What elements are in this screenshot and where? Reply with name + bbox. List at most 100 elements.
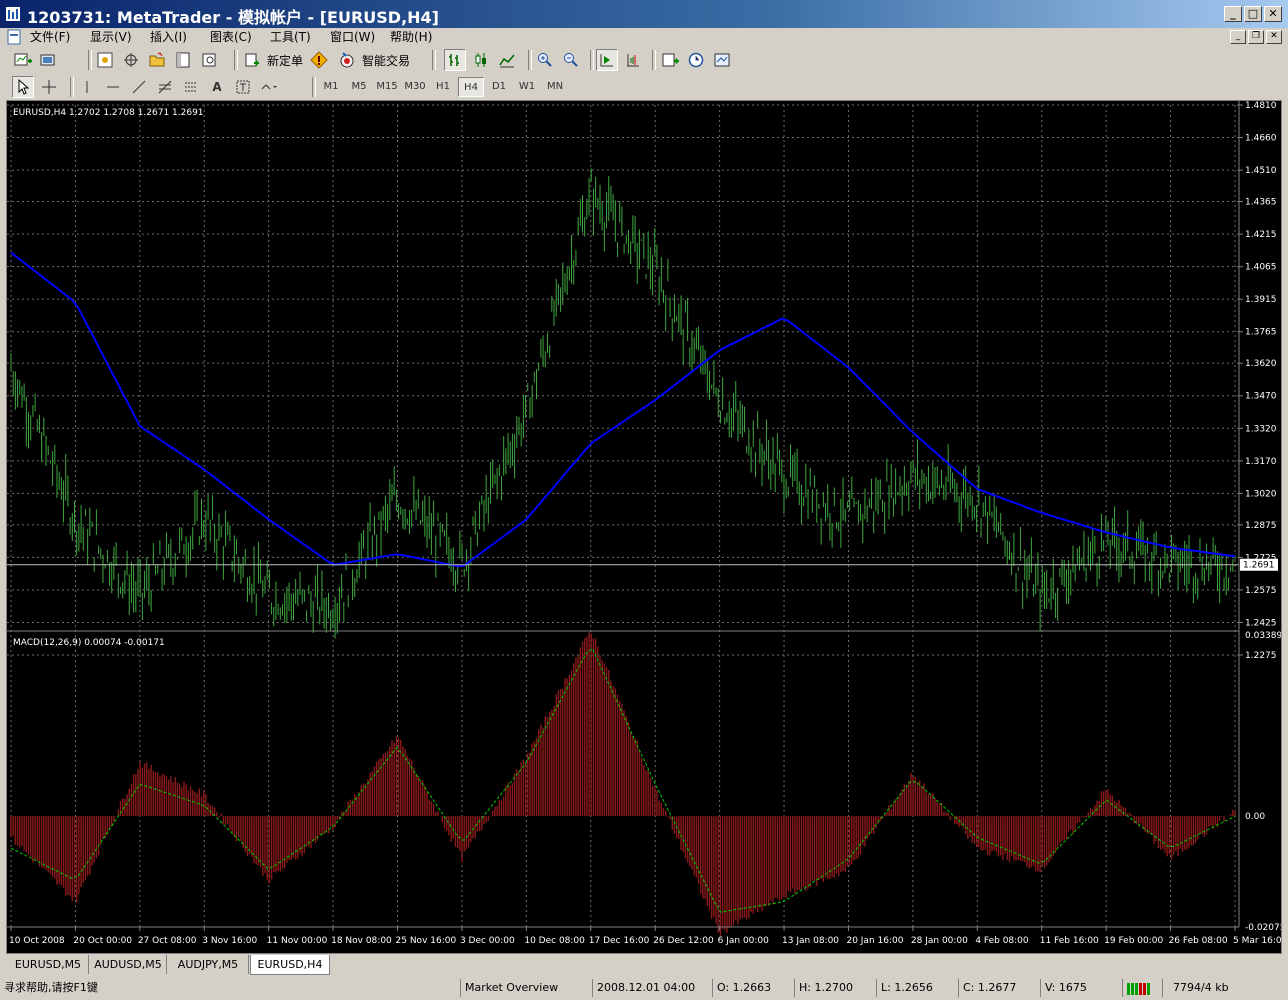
line-chart-icon[interactable] [496, 49, 518, 71]
time-axis-label: 17 Dec 16:00 [589, 936, 650, 946]
menu-window[interactable]: 窗口(W) [330, 28, 375, 46]
menu-charts[interactable]: 图表(C) [210, 28, 252, 46]
price-axis-label: 1.2425 [1245, 618, 1277, 628]
chart-shift-icon[interactable] [622, 49, 644, 71]
status-close: C: 1.2677 [958, 979, 1040, 997]
crosshair-icon[interactable] [38, 76, 60, 98]
new-order-button[interactable]: 新定单 [267, 52, 303, 69]
market-watch-icon[interactable] [94, 49, 116, 71]
time-axis-label: 10 Dec 08:00 [524, 936, 585, 946]
status-profile[interactable]: Market Overview [460, 979, 592, 997]
channel-icon[interactable] [180, 76, 202, 98]
time-axis-label: 20 Oct 00:00 [73, 936, 132, 946]
tester-icon[interactable] [198, 49, 220, 71]
periods-icon[interactable] [686, 49, 708, 71]
status-volume: V: 1675 [1040, 979, 1122, 997]
zoom-out-icon[interactable] [560, 49, 582, 71]
vertical-line-icon[interactable] [76, 76, 98, 98]
timeframe-h1[interactable]: H1 [430, 77, 456, 97]
macd-axis-label: -0.02075 [1245, 923, 1281, 933]
status-bar: 寻求帮助,请按F1键 Market Overview 2008.12.01 04… [0, 977, 1288, 1000]
zoom-in-icon[interactable] [534, 49, 556, 71]
templates-icon[interactable] [712, 49, 734, 71]
menu-file[interactable]: 文件(F) [30, 28, 70, 46]
expert-advisors-button[interactable]: 智能交易 [362, 52, 410, 69]
price-axis-label: 1.2275 [1245, 651, 1277, 661]
chart-tabs: EURUSD,M5 AUDUSD,M5 AUDJPY,M5 EURUSD,H4 [6, 954, 1282, 976]
alert-icon[interactable] [308, 49, 330, 71]
status-traffic: 7794/4 kb [1162, 979, 1282, 997]
mdi-close-button[interactable]: ✕ [1266, 30, 1282, 44]
minimize-button[interactable]: _ [1224, 6, 1242, 22]
price-axis-label: 1.3320 [1245, 424, 1277, 434]
menu-insert[interactable]: 插入(I) [150, 28, 187, 46]
price-axis-label: 1.3620 [1245, 359, 1277, 369]
timeframe-m5[interactable]: M5 [346, 77, 372, 97]
timeframe-d1[interactable]: D1 [486, 77, 512, 97]
menu-help[interactable]: 帮助(H) [390, 28, 432, 46]
standard-toolbar: 新定单 智能交易 [0, 46, 1288, 74]
mdi-minimize-button[interactable]: _ [1230, 30, 1246, 44]
current-price-label: 1.2691 [1243, 561, 1275, 571]
timeframe-w1[interactable]: W1 [514, 77, 540, 97]
close-button[interactable]: ✕ [1264, 6, 1282, 22]
time-axis-label: 11 Feb 16:00 [1040, 936, 1099, 946]
maximize-button[interactable]: □ [1244, 6, 1262, 22]
tab-audusd-m5[interactable]: AUDUSD,M5 [90, 955, 167, 974]
menu-tools[interactable]: 工具(T) [270, 28, 311, 46]
connection-status[interactable] [1122, 979, 1162, 997]
time-axis-label: 18 Nov 08:00 [331, 936, 392, 946]
price-axis-label: 1.4660 [1245, 134, 1277, 144]
text-label-icon[interactable] [232, 76, 254, 98]
price-axis-label: 1.4065 [1245, 263, 1277, 273]
time-axis-label: 6 Jan 00:00 [718, 936, 770, 946]
auto-scroll-icon[interactable] [596, 49, 618, 71]
price-axis-label: 1.2575 [1245, 586, 1277, 596]
text-icon[interactable]: A [206, 76, 228, 98]
title-bar[interactable]: 1203731: MetaTrader - 模拟帐户 - [EURUSD,H4]… [0, 0, 1288, 28]
timeframe-m30[interactable]: M30 [402, 77, 428, 97]
price-axis-label: 1.2875 [1245, 521, 1277, 531]
time-axis-label: 10 Oct 2008 [9, 936, 65, 946]
timeframe-h4[interactable]: H4 [458, 77, 484, 97]
tab-eurusd-h4[interactable]: EURUSD,H4 [250, 955, 330, 975]
profiles-icon[interactable] [38, 49, 60, 71]
fibonacci-icon[interactable] [154, 76, 176, 98]
status-datetime: 2008.12.01 04:00 [592, 979, 712, 997]
connection-bars-icon [1127, 983, 1150, 995]
chart-window[interactable]: 1.4810 1.4660 1.4510 1.4365 1.4215 1.4065 1.39… [6, 100, 1288, 954]
candlestick-icon[interactable] [470, 49, 492, 71]
window-title: 1203731: MetaTrader - 模拟帐户 - [EURUSD,H4] [27, 8, 439, 27]
price-bars [10, 168, 1236, 639]
price-chart[interactable]: 1.4810 1.4660 1.4510 1.4365 1.4215 1.4065 1.39… [7, 101, 1288, 953]
menu-view[interactable]: 显示(V) [90, 28, 132, 46]
new-order-icon[interactable] [241, 49, 263, 71]
mdi-restore-button[interactable]: ❐ [1248, 30, 1264, 44]
timeframe-m1[interactable]: M1 [318, 77, 344, 97]
indicators-icon[interactable] [660, 49, 682, 71]
time-axis-label: 28 Jan 00:00 [911, 936, 968, 946]
data-window-icon[interactable] [120, 49, 142, 71]
arrows-icon[interactable] [258, 76, 280, 98]
horizontal-line-icon[interactable] [102, 76, 124, 98]
bar-chart-icon[interactable] [444, 49, 466, 71]
cursor-icon[interactable] [12, 76, 34, 98]
new-chart-icon[interactable] [12, 49, 34, 71]
trendline-icon[interactable] [128, 76, 150, 98]
tab-audjpy-m5[interactable]: AUDJPY,M5 [168, 955, 249, 974]
navigator-icon[interactable] [146, 49, 168, 71]
price-axis-label: 1.4510 [1245, 166, 1277, 176]
price-axis-label: 1.3915 [1245, 295, 1277, 305]
terminal-icon[interactable] [172, 49, 194, 71]
time-axis-label: 4 Feb 08:00 [975, 936, 1029, 946]
price-axis-label: 1.3470 [1245, 392, 1277, 402]
tab-eurusd-m5[interactable]: EURUSD,M5 [8, 955, 89, 974]
menu-bar: 文件(F) 显示(V) 插入(I) 图表(C) 工具(T) 窗口(W) 帮助(H… [0, 28, 1288, 46]
time-axis-label: 27 Oct 08:00 [138, 936, 197, 946]
time-axis-label: 3 Nov 16:00 [202, 936, 257, 946]
timeframe-mn[interactable]: MN [542, 77, 568, 97]
time-axis-label: 13 Jan 08:00 [782, 936, 839, 946]
timeframe-m15[interactable]: M15 [374, 77, 400, 97]
expert-advisors-icon[interactable] [336, 49, 358, 71]
time-axis-label: 25 Nov 16:00 [396, 936, 457, 946]
